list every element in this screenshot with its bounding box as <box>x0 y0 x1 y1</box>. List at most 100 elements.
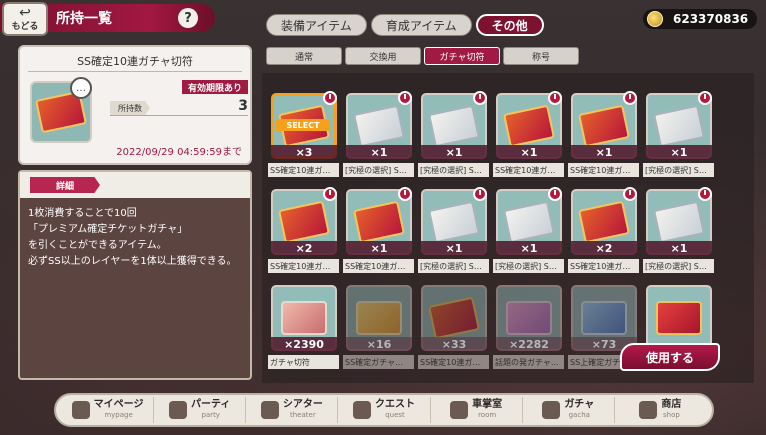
character-icon <box>169 401 187 419</box>
tab-equipment[interactable]: 装備アイテム <box>266 14 367 36</box>
nav-label-en: theater <box>289 411 316 419</box>
item-cell[interactable]: ×1 [究極の選択] S… <box>343 91 414 187</box>
nav-item-quest[interactable]: クエスト quest <box>338 397 431 423</box>
subtab-exchange[interactable]: 交換用 <box>345 47 421 65</box>
select-label: SELECT <box>276 119 330 131</box>
ticket-icon <box>352 200 406 244</box>
item-cell[interactable]: ×1 SS確定10連ガ… <box>568 91 639 187</box>
tab-other[interactable]: その他 <box>475 14 544 36</box>
item-cell[interactable]: ×2 SS確定10連ガ… <box>568 187 639 283</box>
bottom-nav: マイページ mypage パーティ party シアター theater クエスト quest… <box>54 393 714 427</box>
item-cell[interactable]: ×2390 ガチャ切符 <box>268 283 339 379</box>
nav-label-jp: シアター <box>282 399 323 410</box>
item-count: ×1 <box>496 145 562 159</box>
clock-icon <box>398 91 412 105</box>
divider <box>28 71 242 72</box>
item-cell[interactable]: ×1 SS確定10連ガ… <box>493 91 564 187</box>
item-count: ×33 <box>421 337 487 351</box>
nav-label-jp: 商店 <box>661 399 682 410</box>
item-name: [究極の選択] S… <box>643 163 714 177</box>
item-name: SS確定ガチャ… <box>343 355 414 369</box>
item-detail-panel: SS確定10連ガチャ切符 … 有効期限あり 所持数 3 2022/09/29 0… <box>18 45 252 165</box>
back-arrow-icon: ↩ <box>19 4 31 21</box>
item-count: ×2 <box>571 241 637 255</box>
item-cell[interactable]: ×33 SS確定10連ガ… <box>418 283 489 379</box>
item-cell[interactable]: ×1 SS確定10連ガ… <box>343 187 414 283</box>
expiry-date: 2022/09/29 04:59:59まで <box>116 147 242 158</box>
quantity-row: 所持数 3 <box>110 98 248 116</box>
ticket-icon <box>502 104 556 148</box>
tab-training[interactable]: 育成アイテム <box>370 14 472 36</box>
clock-icon <box>698 91 712 105</box>
item-count: ×1 <box>496 241 562 255</box>
nav-label-en: shop <box>663 411 680 419</box>
ticket-icon <box>542 401 561 419</box>
nav-label-jp: マイページ <box>93 399 144 410</box>
item-cell[interactable]: SELECT ×3 SS確定10連ガ… <box>268 91 339 187</box>
item-name: SS確定10連ガ… <box>268 259 339 273</box>
item-cell[interactable]: ×1 [究極の選択] S… <box>643 187 714 283</box>
item-cell[interactable]: ×1 [究極の選択] S… <box>418 91 489 187</box>
clock-icon <box>548 91 562 105</box>
item-count: ×3 <box>271 145 337 159</box>
ticket-icon <box>652 104 706 148</box>
train-icon <box>71 401 90 419</box>
item-name: [究極の選択] S… <box>493 259 564 273</box>
nav-label: ガチャ gacha <box>564 400 594 420</box>
nav-item-party[interactable]: パーティ party <box>154 397 247 423</box>
expiry-badge: 有効期限あり <box>182 80 248 94</box>
item-name: [究極の選択] S… <box>418 163 489 177</box>
ticket-icon <box>502 200 556 244</box>
item-count: ×1 <box>346 145 412 159</box>
shopkeeper-icon <box>639 401 658 419</box>
ticket-icon <box>427 200 481 244</box>
ticket-icon <box>656 301 702 335</box>
ticket-icon <box>506 301 552 335</box>
clock-icon <box>623 91 637 105</box>
clock-icon <box>473 91 487 105</box>
item-count: ×2390 <box>271 337 337 351</box>
item-cell[interactable]: ×2282 話題の発ガチャ… <box>493 283 564 379</box>
ticket-icon <box>577 200 631 244</box>
item-count: ×16 <box>346 337 412 351</box>
nav-label-en: party <box>201 411 220 419</box>
description-panel: 詳細 1枚消費することで10回 「プレミアム確定チケットガチャ」 を引くことがで… <box>18 170 252 380</box>
clock-icon <box>398 187 412 201</box>
item-cell[interactable]: ×1 [究極の選択] S… <box>418 187 489 283</box>
nav-label: マイページ mypage <box>94 400 144 420</box>
description-header: 詳細 <box>20 172 250 198</box>
nav-label: シアター theater <box>283 400 323 420</box>
nav-item-mypage[interactable]: マイページ mypage <box>62 397 155 423</box>
nav-item-room[interactable]: 車掌室 room <box>431 397 523 423</box>
speech-bubble-icon[interactable]: … <box>70 77 92 99</box>
swords-icon <box>352 401 371 419</box>
item-cell[interactable]: ×16 SS確定ガチャ… <box>343 283 414 379</box>
item-cell[interactable]: ×1 [究極の選択] S… <box>493 187 564 283</box>
subtab-normal[interactable]: 通常 <box>266 47 342 65</box>
item-cell[interactable]: ×1 [究極の選択] S… <box>643 91 714 187</box>
ticket-icon <box>652 200 706 244</box>
clock-icon <box>323 91 337 105</box>
page-title: 所持一覧 <box>56 11 112 27</box>
nav-item-theater[interactable]: シアター theater <box>246 397 339 423</box>
currency-value: 623370836 <box>673 12 749 26</box>
ticket-icon <box>352 104 406 148</box>
use-button[interactable]: 使用する <box>620 343 720 371</box>
help-icon[interactable]: ? <box>178 8 198 28</box>
subtab-title[interactable]: 称号 <box>503 47 579 65</box>
item-count: ×1 <box>421 241 487 255</box>
quantity-value: 3 <box>238 98 248 114</box>
nav-label-en: mypage <box>104 411 133 419</box>
ticket-icon <box>577 104 631 148</box>
nav-item-gacha[interactable]: ガチャ gacha <box>523 397 615 423</box>
ticket-icon <box>281 301 327 335</box>
back-button[interactable]: ↩ もどる <box>2 2 48 36</box>
item-name: SS確定10連ガ… <box>268 163 339 177</box>
nav-item-shop[interactable]: 商店 shop <box>615 397 706 423</box>
subtab-gacha-ticket[interactable]: ガチャ切符 <box>424 47 500 65</box>
camera-icon <box>260 401 279 419</box>
item-cell[interactable]: ×2 SS確定10連ガ… <box>268 187 339 283</box>
item-name: ガチャ切符 <box>268 355 339 369</box>
item-count: ×1 <box>571 145 637 159</box>
item-name: [究極の選択] S… <box>643 259 714 273</box>
